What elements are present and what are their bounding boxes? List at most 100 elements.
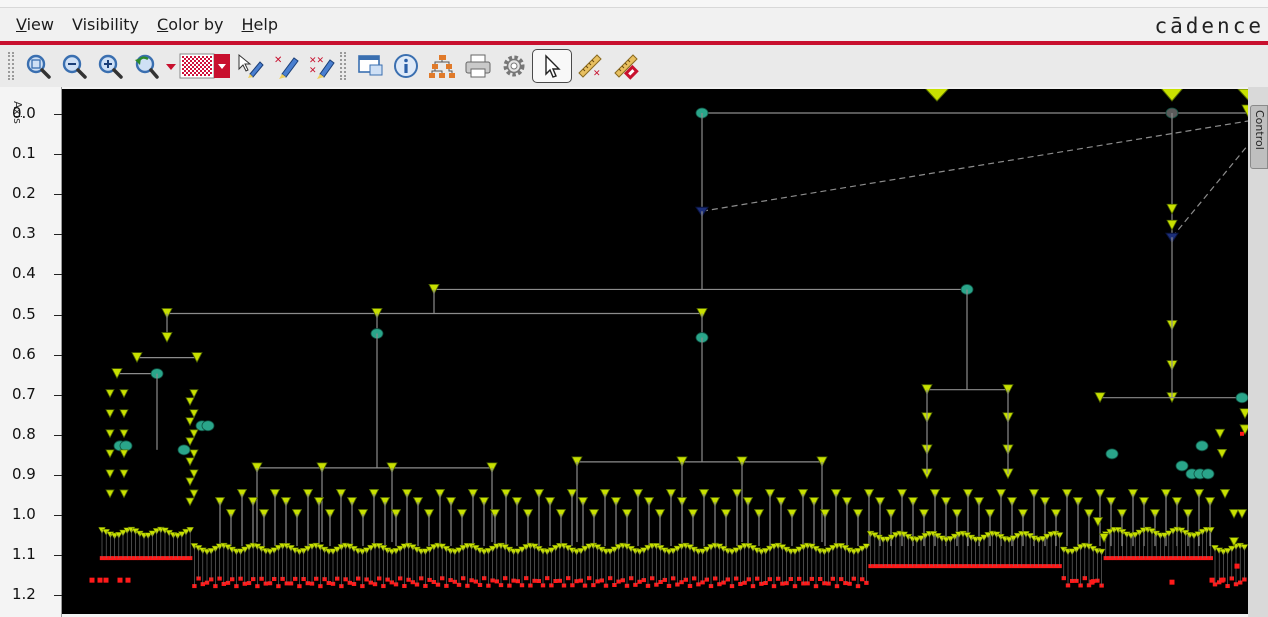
pointer-icon[interactable] — [532, 49, 572, 83]
root-source-node[interactable] — [1237, 89, 1248, 101]
zoom-in-icon[interactable] — [92, 49, 128, 83]
y-tick-label: 0.5 — [12, 304, 36, 323]
buffer-node[interactable] — [119, 469, 129, 479]
sink-flop[interactable] — [1089, 579, 1095, 585]
settings-icon[interactable] — [496, 49, 532, 83]
select-net-icon[interactable] — [232, 49, 268, 83]
buffer-node[interactable] — [185, 497, 195, 507]
sink-flop[interactable] — [125, 577, 131, 583]
y-axis: Axis 0.0 0.1 0.2 0.3 0.4 0.5 0.6 0.7 0.8 0.9 1.0 1.… — [0, 87, 62, 617]
buffer-node[interactable] — [119, 409, 129, 419]
clock-node[interactable] — [1175, 460, 1189, 472]
buffer-node[interactable] — [1239, 408, 1248, 420]
clock-node[interactable] — [177, 444, 191, 456]
y-tick-label: 0.4 — [12, 264, 36, 283]
clock-tree-graph[interactable] — [62, 89, 1248, 614]
buffer-node[interactable] — [185, 457, 195, 467]
menu-help[interactable]: Help — [234, 8, 288, 41]
buffer-node[interactable] — [105, 449, 115, 459]
buffer-node[interactable] — [189, 389, 199, 399]
y-tick-label: 0.3 — [12, 224, 36, 243]
info-icon[interactable] — [388, 49, 424, 83]
menu-view[interactable]: View — [8, 8, 64, 41]
tree-wire[interactable] — [1171, 144, 1248, 238]
buffer-node[interactable] — [105, 389, 115, 399]
clock-node[interactable] — [1195, 440, 1209, 452]
buffer-node[interactable] — [105, 489, 115, 499]
buffer-node[interactable] — [1214, 428, 1226, 439]
tree-wire[interactable] — [701, 120, 1248, 212]
y-tick-label: 0.2 — [12, 184, 36, 203]
buffer-node[interactable] — [105, 409, 115, 419]
ruler-clear-icon[interactable] — [608, 49, 644, 83]
sink-flop[interactable] — [117, 577, 123, 583]
menu-color-by-mnemonic: C — [157, 15, 169, 34]
zoom-out-icon[interactable] — [56, 49, 92, 83]
clock-node[interactable] — [1201, 468, 1215, 480]
sink-flop[interactable] — [1240, 431, 1244, 436]
buffer-node[interactable] — [185, 437, 195, 447]
buffer-node[interactable] — [1092, 517, 1104, 527]
buffer-node[interactable] — [119, 489, 129, 499]
y-tick-mark — [54, 595, 62, 597]
sink-flop[interactable] — [97, 577, 103, 583]
zoom-undo-icon[interactable] — [128, 49, 164, 83]
buffer-node[interactable] — [1098, 533, 1110, 543]
buffer-node[interactable] — [189, 409, 199, 419]
toolbar-grip[interactable] — [8, 52, 14, 80]
buffer-node[interactable] — [1166, 219, 1178, 231]
buffer-node[interactable] — [119, 389, 129, 399]
print-icon[interactable] — [460, 49, 496, 83]
buffer-node[interactable] — [185, 477, 195, 487]
control-tab[interactable]: Control — [1250, 105, 1268, 169]
buffer-node[interactable] — [1236, 509, 1248, 519]
y-tick-label: 1.1 — [12, 545, 36, 564]
buffer-node[interactable] — [189, 429, 199, 439]
highlight-net-icon[interactable]: ✕ — [268, 49, 304, 83]
ruler-icon[interactable]: ✕ — [572, 49, 608, 83]
clock-tree-canvas[interactable] — [62, 89, 1248, 614]
dropdown-arrow-icon[interactable] — [164, 49, 178, 83]
menu-color-by[interactable]: Color by — [149, 8, 233, 41]
fill-pattern-icon[interactable] — [178, 49, 232, 83]
sink-flop[interactable] — [1219, 577, 1225, 583]
buffer-node[interactable] — [105, 469, 115, 479]
buffer-node[interactable] — [105, 429, 115, 439]
sink-flop[interactable] — [89, 577, 95, 583]
sink-flop[interactable] — [1209, 577, 1215, 583]
buffer-node[interactable] — [161, 332, 173, 343]
clock-node[interactable] — [1235, 392, 1248, 404]
window-icon[interactable] — [352, 49, 388, 83]
unhighlight-net-icon[interactable]: ✕✕ ✕ — [304, 49, 340, 83]
buffer-node[interactable] — [1166, 203, 1178, 215]
buffer-node[interactable] — [189, 469, 199, 479]
buffer-node[interactable] — [1216, 448, 1228, 459]
zoom-fit-icon[interactable] — [20, 49, 56, 83]
sink-flop[interactable] — [1234, 563, 1240, 569]
y-tick-mark — [54, 314, 62, 316]
buffer-node[interactable] — [189, 449, 199, 459]
buffer-node[interactable] — [185, 397, 195, 407]
buffer-node[interactable] — [119, 429, 129, 439]
root-source-node[interactable] — [1160, 89, 1184, 102]
toolbar-grip-2[interactable] — [340, 52, 346, 80]
menu-view-mnemonic: V — [16, 15, 27, 34]
menu-view-label: iew — [26, 15, 54, 34]
buffer-node[interactable] — [1228, 509, 1240, 519]
hierarchy-icon[interactable] — [424, 49, 460, 83]
buffer-node[interactable] — [185, 417, 195, 427]
buffer-node[interactable] — [119, 449, 129, 459]
root-source-node[interactable] — [924, 89, 950, 102]
y-tick-mark — [54, 474, 62, 476]
clock-node[interactable] — [201, 420, 215, 432]
sink-flop[interactable] — [1169, 579, 1175, 585]
menu-visibility[interactable]: Visibility — [64, 8, 149, 41]
clock-node[interactable] — [119, 440, 133, 452]
buffer-node[interactable] — [1219, 489, 1231, 499]
clock-node[interactable] — [1105, 448, 1119, 460]
y-tick-mark — [54, 154, 62, 156]
y-tick-mark — [54, 234, 62, 236]
y-tick-label: 0.9 — [12, 464, 36, 483]
sink-flop[interactable] — [103, 577, 109, 583]
buffer-node[interactable] — [189, 489, 199, 499]
